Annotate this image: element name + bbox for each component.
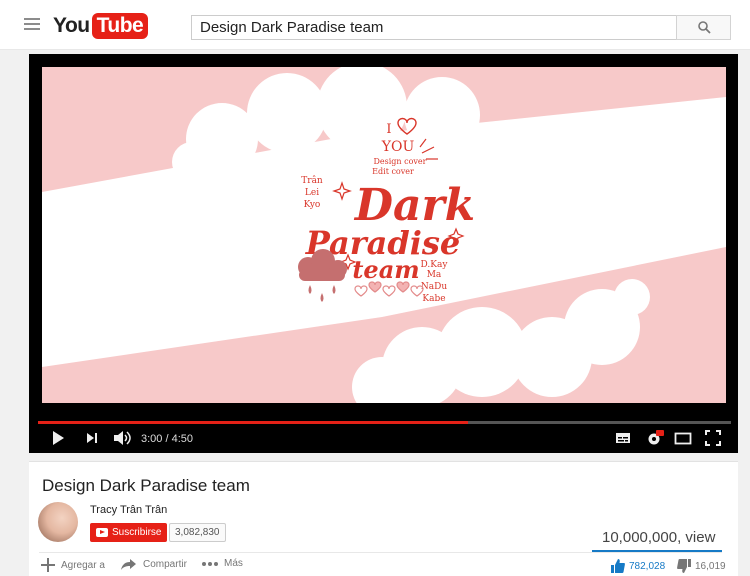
video-frame[interactable]: I YOU Design cover Edit cover Trân Lei K… xyxy=(42,67,726,403)
player-controls: 3:00 / 4:50 xyxy=(29,426,738,453)
art-text-team: team xyxy=(352,255,419,284)
progress-bar[interactable] xyxy=(38,421,731,424)
divider xyxy=(39,552,722,553)
masthead: You Tube xyxy=(0,0,750,50)
subscribe-button[interactable]: Suscribirse xyxy=(90,523,168,542)
progress-played xyxy=(38,421,468,424)
art-text-tran: Trân xyxy=(301,175,323,186)
dislike-count: 16,019 xyxy=(695,560,726,572)
art-text-ma: Ma xyxy=(427,270,442,280)
volume-icon[interactable] xyxy=(113,430,131,446)
youtube-play-icon xyxy=(96,528,108,537)
more-label: Más xyxy=(224,558,243,569)
art-text-kyo: Kyo xyxy=(304,200,321,210)
youtube-logo[interactable]: You Tube xyxy=(53,13,149,39)
more-button[interactable]: Más xyxy=(202,558,243,569)
menu-icon[interactable] xyxy=(24,18,40,32)
share-icon xyxy=(121,559,136,570)
avatar[interactable] xyxy=(38,502,78,542)
share-label: Compartir xyxy=(143,559,187,570)
share-button[interactable]: Compartir xyxy=(121,558,187,571)
logo-tube-text: Tube xyxy=(91,13,149,39)
dislike-icon xyxy=(677,559,691,573)
video-info: Design Dark Paradise team Tracy Trân Trâ… xyxy=(29,461,738,576)
subtitles-icon[interactable] xyxy=(615,430,631,446)
theater-icon[interactable] xyxy=(674,430,692,446)
art-text-design-cover: Design cover xyxy=(373,157,426,166)
play-icon[interactable] xyxy=(51,430,65,446)
art-text-lei: Lei xyxy=(305,188,319,198)
like-icon xyxy=(611,559,625,573)
subscribe-label: Suscribirse xyxy=(112,527,162,538)
art-text-i: I xyxy=(386,122,391,137)
add-icon xyxy=(41,558,55,572)
add-to-label: Agregar a xyxy=(61,559,105,571)
channel-name[interactable]: Tracy Trân Trân xyxy=(90,504,167,516)
search-input[interactable] xyxy=(191,15,677,40)
art-text-you: YOU xyxy=(381,139,415,155)
search-icon xyxy=(698,21,711,34)
like-button[interactable]: 782,028 xyxy=(611,559,665,573)
art-text-nadu: NaDu xyxy=(421,282,447,292)
logo-you-text: You xyxy=(53,14,90,37)
more-icon xyxy=(202,561,218,566)
time-display: 3:00 / 4:50 xyxy=(141,433,193,445)
view-count: 10,000,000, view xyxy=(602,529,716,546)
art-text-dkay: D.Kay xyxy=(421,260,449,270)
settings-icon[interactable] xyxy=(646,430,664,446)
fullscreen-icon[interactable] xyxy=(705,430,721,446)
add-to-button[interactable]: Agregar a xyxy=(41,558,105,572)
dislike-button[interactable]: 16,019 xyxy=(677,559,726,573)
subscriber-count: 3,082,830 xyxy=(169,523,226,542)
art-text-kabe: Kabe xyxy=(422,294,445,304)
like-count: 782,028 xyxy=(629,560,666,572)
video-player[interactable]: I YOU Design cover Edit cover Trân Lei K… xyxy=(29,54,738,453)
next-icon[interactable] xyxy=(85,430,99,446)
video-title: Design Dark Paradise team xyxy=(42,476,250,495)
art-text-edit-cover: Edit cover xyxy=(372,167,414,176)
video-artwork: I YOU Design cover Edit cover Trân Lei K… xyxy=(42,67,726,403)
search-button[interactable] xyxy=(676,15,731,40)
